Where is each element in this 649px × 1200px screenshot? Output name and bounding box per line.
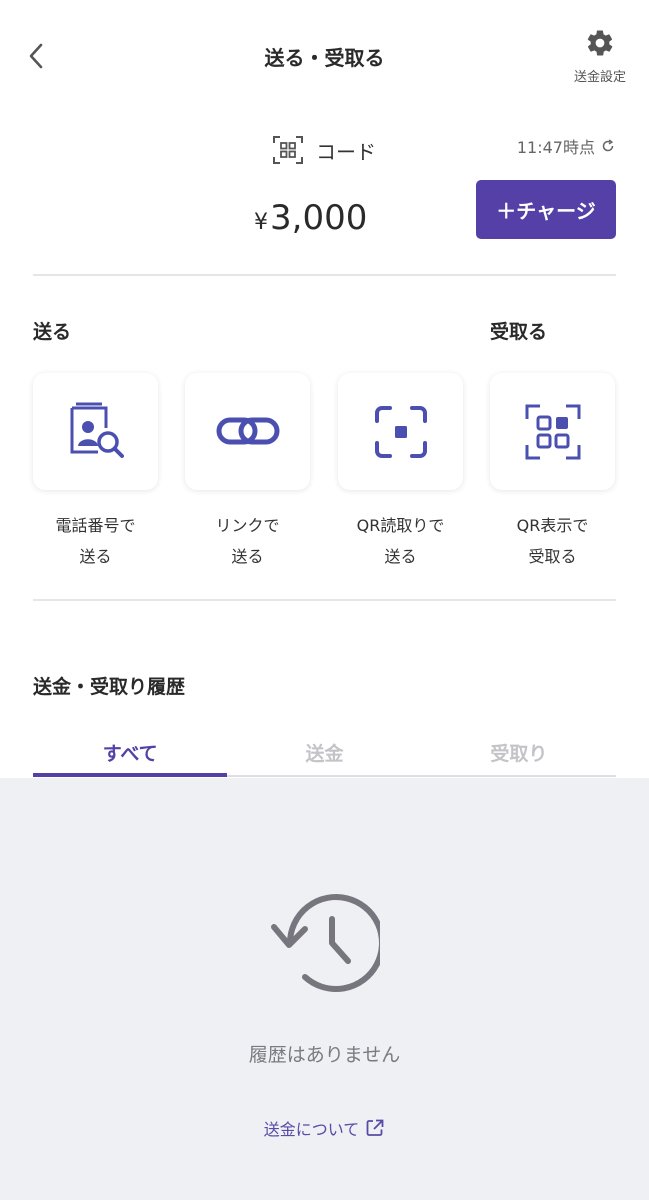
action-caption: 電話番号で 送る — [33, 510, 158, 572]
settings-label: 送金設定 — [573, 70, 626, 85]
settings-button[interactable]: 送金設定 — [565, 28, 635, 85]
caption-line: QR読取りで — [356, 516, 445, 535]
empty-history-text: 履歴はありません — [248, 1044, 401, 1066]
tab-received[interactable]: 受取り — [422, 735, 616, 775]
caption-line: 送る — [79, 547, 112, 566]
page-title: 送る・受取る — [264, 46, 385, 70]
phonebook-search-icon — [70, 402, 124, 458]
balance-amount: ¥ 3,000 — [254, 198, 367, 238]
header-bar: 送る・受取る 送金設定 — [0, 0, 649, 110]
currency-symbol: ¥ — [254, 210, 268, 235]
divider — [33, 599, 616, 601]
qr-code-icon — [273, 136, 303, 164]
receive-section-title: 受取る — [490, 321, 548, 343]
qr-scan-icon — [374, 405, 427, 458]
gear-icon — [587, 30, 613, 56]
tab-sent[interactable]: 送金 — [227, 735, 421, 775]
tab-all[interactable]: すべて — [33, 735, 228, 777]
refresh-timestamp[interactable]: 11:47時点 — [517, 134, 615, 158]
code-label: コード — [316, 139, 376, 164]
action-caption: QR表示で 受取る — [490, 510, 615, 572]
caption-line: 送る — [384, 547, 417, 566]
charge-button[interactable]: ＋チャージ — [476, 180, 616, 239]
receive-by-qr-display-button[interactable]: QR表示で 受取る — [490, 373, 615, 572]
balance-panel: コード 11:47時点 ¥ 3,000 ＋チャージ — [0, 120, 649, 270]
send-by-qr-scan-button[interactable]: QR読取りで 送る — [338, 373, 463, 572]
history-icon — [271, 894, 380, 993]
divider — [33, 274, 616, 276]
caption-line: 送る — [231, 547, 264, 566]
send-section-title: 送る — [33, 321, 72, 343]
empty-history-panel: 履歴はありません 送金について — [0, 778, 649, 1200]
action-tile — [185, 373, 310, 490]
amount-value: 3,000 — [270, 198, 368, 238]
caption-line: リンクで — [215, 516, 280, 535]
action-tile — [490, 373, 615, 490]
action-caption: QR読取りで 送る — [338, 510, 463, 572]
qr-display-icon — [525, 404, 580, 459]
send-by-link-button[interactable]: リンクで 送る — [185, 373, 310, 572]
external-link-icon — [366, 1119, 384, 1136]
send-by-phone-button[interactable]: 電話番号で 送る — [33, 373, 158, 572]
caption-line: 受取る — [528, 547, 577, 566]
caption-line: 電話番号で — [55, 516, 136, 535]
about-transfer-link[interactable]: 送金について — [0, 1116, 649, 1140]
history-title: 送金・受取り履歴 — [33, 676, 186, 698]
action-tile — [338, 373, 463, 490]
code-button[interactable]: コード — [272, 134, 376, 166]
timestamp-text: 11:47時点 — [516, 138, 595, 157]
refresh-icon — [602, 139, 614, 152]
history-tabs: すべて 送金 受取り — [33, 735, 616, 777]
caption-line: QR表示で — [516, 516, 589, 535]
link-icon — [216, 417, 279, 444]
action-caption: リンクで 送る — [185, 510, 310, 572]
about-link-label: 送金について — [263, 1120, 360, 1139]
action-tile — [33, 373, 158, 490]
